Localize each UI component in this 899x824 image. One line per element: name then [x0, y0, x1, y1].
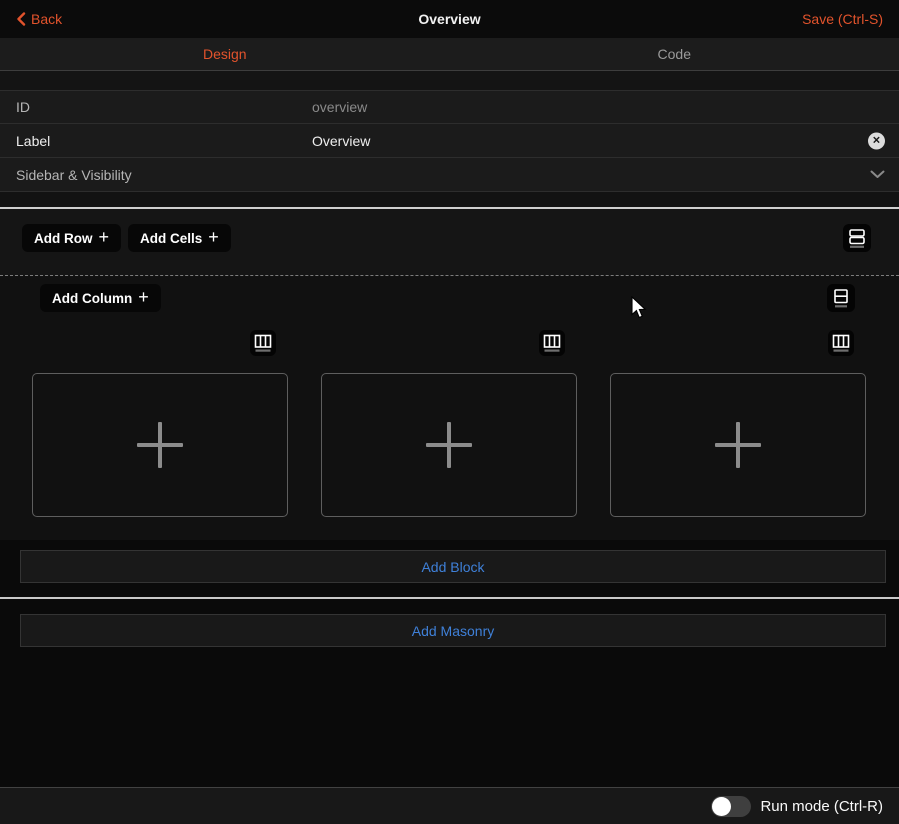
property-row-id: ID overview — [0, 90, 899, 124]
add-column-button[interactable]: Add Column + — [40, 284, 161, 312]
id-label: ID — [0, 99, 312, 115]
row-stack-settings-button[interactable] — [843, 224, 871, 252]
properties-section: ID overview Label Overview ✕ Sidebar & V… — [0, 90, 899, 192]
add-masonry-button[interactable]: Add Masonry — [20, 614, 886, 647]
back-button[interactable]: Back — [16, 11, 62, 27]
add-cells-button[interactable]: Add Cells + — [128, 224, 231, 252]
add-column-line: Add Column + — [0, 284, 899, 312]
columns-icon — [831, 333, 851, 353]
back-label: Back — [31, 11, 62, 27]
columns-icon — [253, 333, 273, 353]
toolbar-buttons: Add Row + Add Cells + — [22, 224, 231, 252]
tab-design[interactable]: Design — [0, 38, 450, 70]
add-block-label: Add Block — [421, 559, 484, 575]
stacked-rows-icon — [847, 228, 867, 249]
sidebar-visibility-label: Sidebar & Visibility — [0, 167, 312, 183]
clear-label-button[interactable]: ✕ — [868, 132, 885, 149]
back-chevron-icon — [16, 12, 26, 26]
add-cells-label: Add Cells — [140, 231, 202, 246]
columns-icon — [542, 333, 562, 353]
column-settings-button-3[interactable] — [828, 330, 854, 356]
chevron-down-icon[interactable] — [870, 166, 885, 184]
clear-icon: ✕ — [872, 135, 880, 146]
column-settings-button-1[interactable] — [250, 330, 276, 356]
plus-icon — [137, 422, 183, 468]
add-row-label: Add Row — [34, 231, 93, 246]
page-title: Overview — [0, 0, 899, 38]
run-mode-label: Run mode (Ctrl-R) — [760, 798, 883, 815]
top-bar: Back Overview Save (Ctrl-S) — [0, 0, 899, 38]
plus-icon: + — [208, 228, 219, 246]
add-row-button[interactable]: Add Row + — [22, 224, 121, 252]
id-value[interactable]: overview — [312, 99, 367, 115]
save-button[interactable]: Save (Ctrl-S) — [802, 11, 883, 27]
plus-icon — [426, 422, 472, 468]
plus-icon: + — [99, 228, 110, 246]
tab-code[interactable]: Code — [450, 38, 899, 70]
plus-icon — [715, 422, 761, 468]
spacer — [0, 192, 899, 207]
column-settings-row — [0, 330, 899, 356]
row-split-settings-button[interactable] — [827, 284, 855, 312]
add-column-label: Add Column — [52, 291, 132, 306]
properties-spacer — [0, 71, 899, 90]
add-block-button[interactable]: Add Block — [20, 550, 886, 583]
property-row-label: Label Overview ✕ — [0, 124, 899, 158]
property-row-sidebar-visibility[interactable]: Sidebar & Visibility — [0, 158, 899, 192]
add-widget-placeholder-2[interactable] — [321, 373, 577, 517]
column-placeholders — [32, 373, 867, 517]
run-mode-toggle[interactable] — [711, 796, 751, 817]
toggle-knob — [712, 797, 731, 816]
split-row-icon — [831, 288, 851, 309]
tab-bar: Design Code — [0, 38, 899, 71]
label-value[interactable]: Overview — [312, 133, 370, 149]
add-widget-placeholder-1[interactable] — [32, 373, 288, 517]
label-label: Label — [0, 133, 312, 149]
row-canvas: Add Column + — [0, 276, 899, 540]
add-widget-placeholder-3[interactable] — [610, 373, 866, 517]
plus-icon: + — [138, 288, 149, 306]
layout-toolbar: Add Row + Add Cells + — [0, 209, 899, 276]
column-settings-button-2[interactable] — [539, 330, 565, 356]
footer-bar: Run mode (Ctrl-R) — [0, 787, 899, 824]
add-masonry-label: Add Masonry — [412, 623, 494, 639]
section-divider — [0, 597, 899, 599]
